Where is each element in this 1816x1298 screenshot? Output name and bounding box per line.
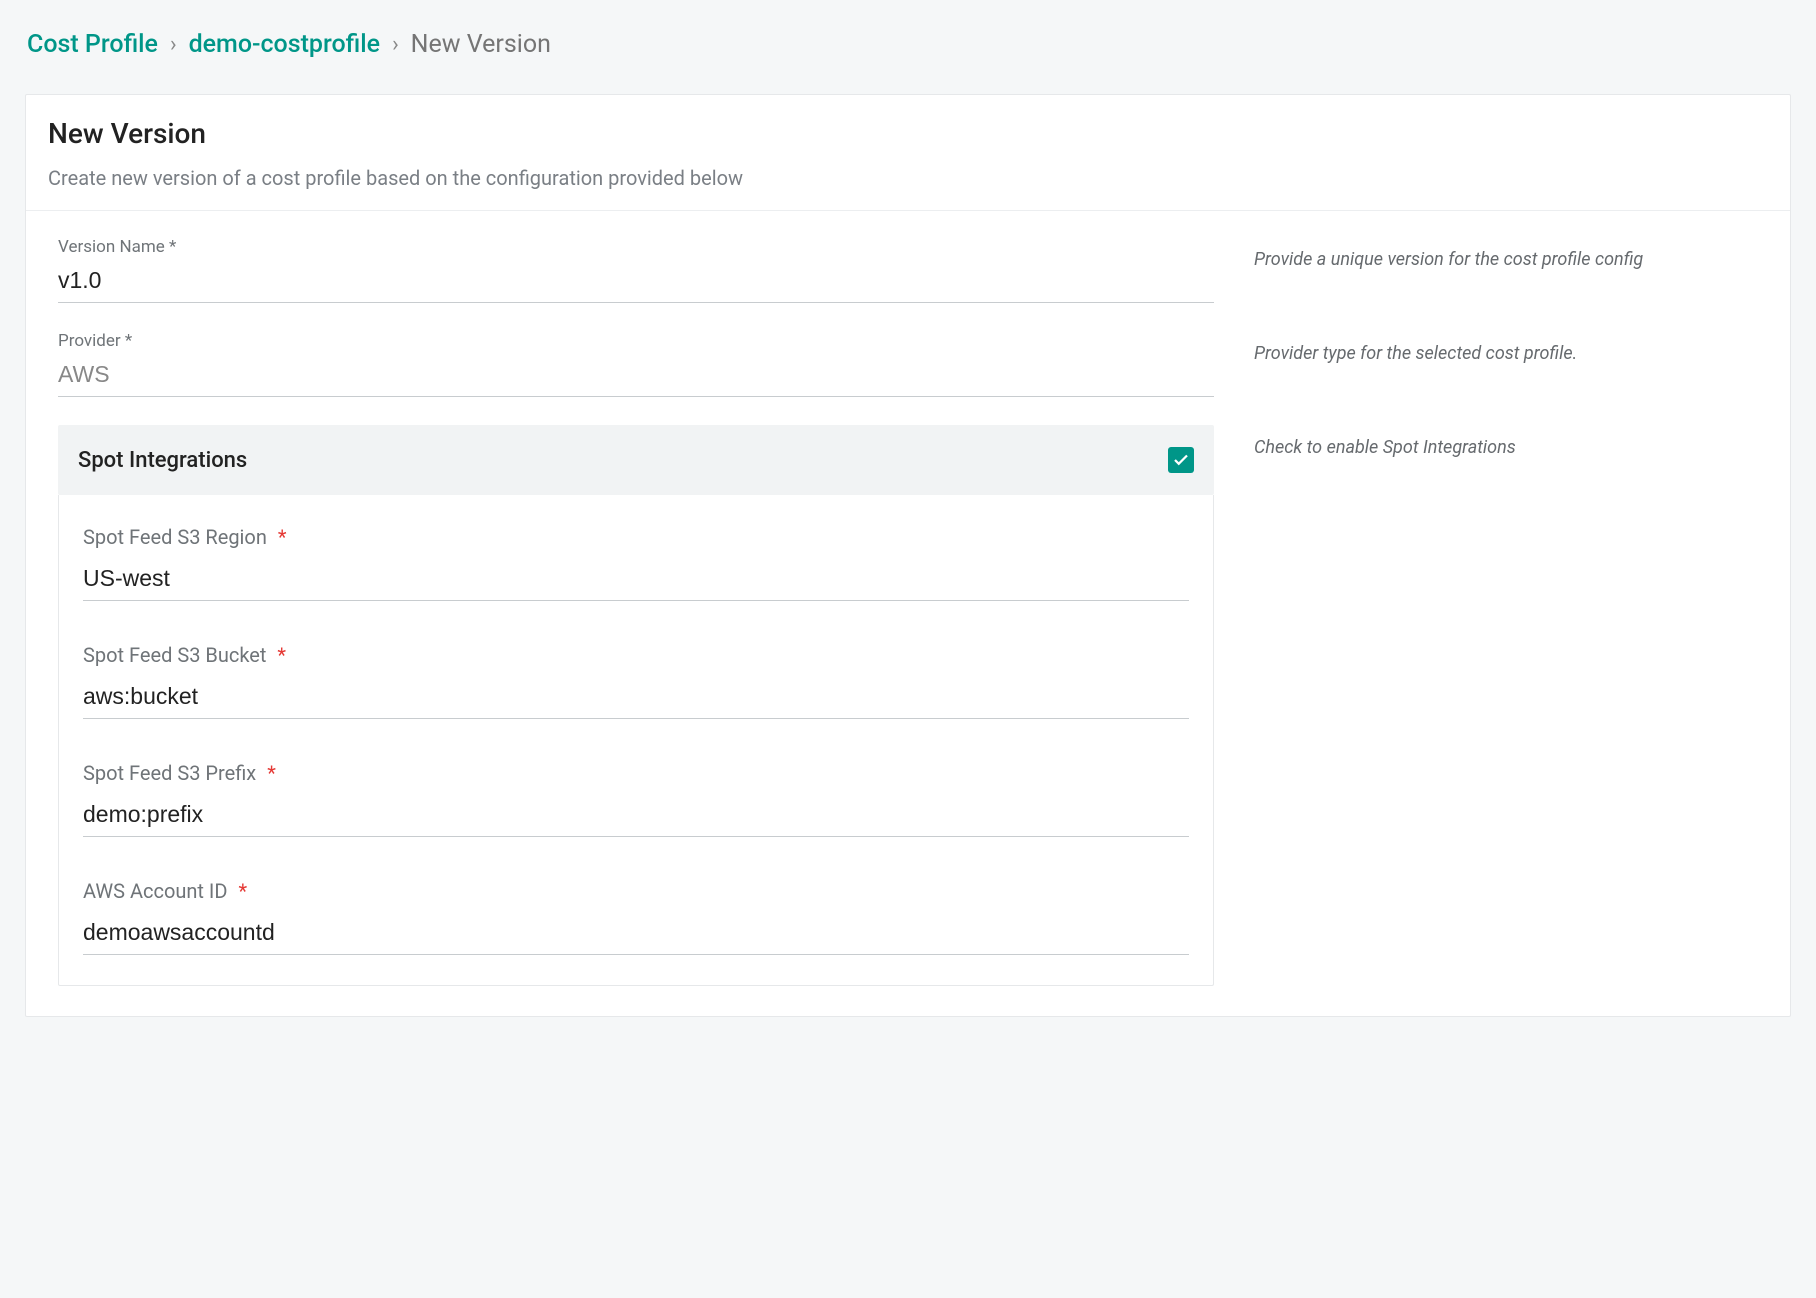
spot-bucket-label-text: Spot Feed S3 Bucket xyxy=(83,643,266,667)
spot-prefix-field: Spot Feed S3 Prefix * xyxy=(83,761,1189,837)
spot-region-label-text: Spot Feed S3 Region xyxy=(83,525,267,549)
aws-account-label: AWS Account ID * xyxy=(83,879,1189,903)
spot-region-field: Spot Feed S3 Region * xyxy=(83,525,1189,601)
spot-integrations-help: Check to enable Spot Integrations xyxy=(1254,437,1516,458)
page-subtitle: Create new version of a cost profile bas… xyxy=(48,166,1768,190)
provider-help: Provider type for the selected cost prof… xyxy=(1254,343,1577,364)
required-star: * xyxy=(277,643,286,667)
card-body: Version Name * Provide a unique version … xyxy=(26,211,1790,1016)
required-star: * xyxy=(238,879,247,903)
breadcrumb-separator: › xyxy=(392,32,399,57)
form-card: New Version Create new version of a cost… xyxy=(25,94,1791,1017)
provider-row: Provider * Provider type for the selecte… xyxy=(58,331,1758,397)
spot-integrations-toggle-section: Spot Integrations xyxy=(58,425,1214,495)
spot-region-input[interactable] xyxy=(83,559,1189,601)
breadcrumb-item-link[interactable]: demo-costprofile xyxy=(189,30,381,59)
spot-integrations-row: Spot Integrations Spot Feed S3 Region * xyxy=(58,425,1758,986)
provider-input xyxy=(58,355,1214,397)
spot-prefix-label: Spot Feed S3 Prefix * xyxy=(83,761,1189,785)
card-header: New Version Create new version of a cost… xyxy=(26,95,1790,211)
breadcrumb-current: New Version xyxy=(411,30,551,59)
spot-prefix-label-text: Spot Feed S3 Prefix xyxy=(83,761,256,785)
version-name-input[interactable] xyxy=(58,261,1214,303)
version-name-label: Version Name * xyxy=(58,237,1214,257)
spot-integrations-checkbox[interactable] xyxy=(1168,447,1194,473)
breadcrumb: Cost Profile › demo-costprofile › New Ve… xyxy=(25,30,1791,59)
spot-prefix-input[interactable] xyxy=(83,795,1189,837)
version-name-help: Provide a unique version for the cost pr… xyxy=(1254,249,1643,270)
version-name-row: Version Name * Provide a unique version … xyxy=(58,237,1758,303)
required-star: * xyxy=(278,525,287,549)
aws-account-label-text: AWS Account ID xyxy=(83,879,227,903)
spot-integrations-label: Spot Integrations xyxy=(78,448,247,473)
spot-region-label: Spot Feed S3 Region * xyxy=(83,525,1189,549)
breadcrumb-root-link[interactable]: Cost Profile xyxy=(27,30,158,59)
check-icon xyxy=(1172,451,1190,469)
page-title: New Version xyxy=(48,117,1768,150)
spot-bucket-input[interactable] xyxy=(83,677,1189,719)
aws-account-input[interactable] xyxy=(83,913,1189,955)
spot-integrations-panel: Spot Feed S3 Region * Spot Feed S3 Bucke… xyxy=(58,495,1214,986)
spot-bucket-label: Spot Feed S3 Bucket * xyxy=(83,643,1189,667)
required-star: * xyxy=(267,761,276,785)
provider-label: Provider * xyxy=(58,331,1214,351)
spot-bucket-field: Spot Feed S3 Bucket * xyxy=(83,643,1189,719)
breadcrumb-separator: › xyxy=(170,32,177,57)
aws-account-field: AWS Account ID * xyxy=(83,879,1189,955)
